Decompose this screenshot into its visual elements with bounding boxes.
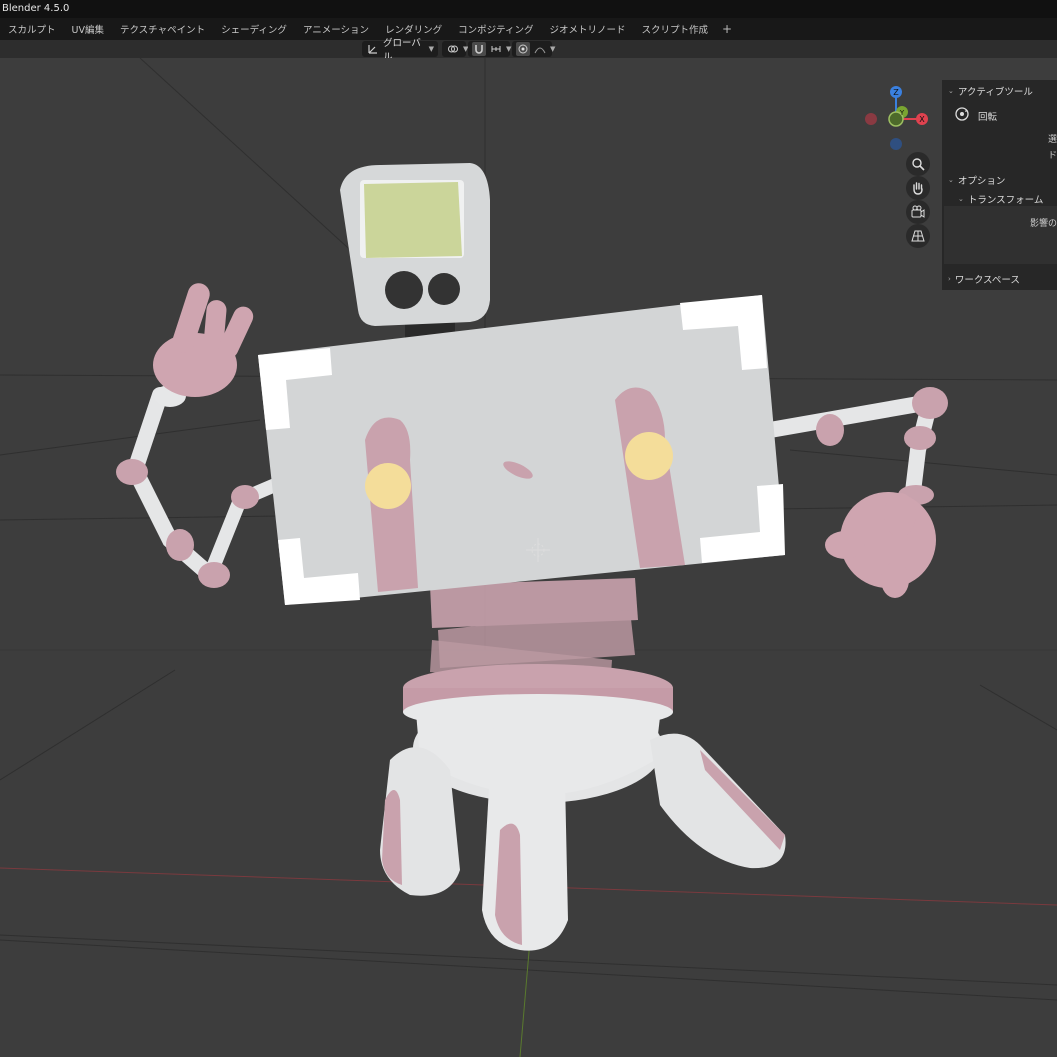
active-tool-header[interactable]: ⌄ アクティブツール [948, 84, 1033, 98]
clipped-label: 選 [1047, 135, 1057, 145]
pivot-point-dropdown[interactable]: ▼ [442, 41, 468, 57]
tab-uv-editing[interactable]: UV編集 [64, 22, 112, 36]
gizmo-y-label: Y [899, 109, 905, 117]
active-tool-item[interactable]: 回転 [954, 106, 997, 125]
left-hand [153, 283, 254, 397]
chevron-down-icon: ⌄ [958, 195, 964, 203]
chevron-down-icon[interactable]: ▼ [550, 45, 555, 53]
options-title: オプション [957, 176, 1006, 187]
active-tool-name: 回転 [978, 111, 998, 123]
tab-animation[interactable]: アニメーション [295, 22, 377, 36]
robot-body-panel [258, 295, 785, 605]
chevron-down-icon: ⌄ [948, 176, 954, 184]
tab-rendering[interactable]: レンダリング [377, 22, 450, 36]
clipped-label: ド [1047, 151, 1057, 161]
options-header[interactable]: ⌄ オプション [948, 173, 1005, 187]
left-arm [116, 385, 282, 588]
y-axis-line [519, 939, 531, 1057]
proportional-edit-icon[interactable] [516, 42, 530, 56]
workspace-title: ワークスペース [954, 275, 1020, 286]
zoom-icon[interactable] [906, 152, 930, 176]
tab-texture-paint[interactable]: テクスチャペイント [112, 22, 213, 36]
add-workspace-button[interactable]: + [716, 22, 738, 36]
camera-icon[interactable] [906, 200, 930, 224]
pan-hand-icon[interactable] [906, 176, 930, 200]
orientation-axes-icon [366, 42, 380, 56]
3d-viewport[interactable]: Z X Y [0, 58, 1057, 1057]
transform-title: トランスフォーム [967, 195, 1044, 206]
navigation-gizmo[interactable]: Z X Y [858, 84, 938, 154]
gizmo-x-label: X [919, 115, 925, 124]
title-bar: Blender 4.5.0 [0, 0, 1057, 18]
snap-magnet-icon[interactable] [472, 42, 486, 56]
chevron-down-icon: ⌄ [948, 87, 954, 95]
chevron-right-icon: › [948, 275, 951, 283]
tab-geometry-nodes[interactable]: ジオメトリノード [542, 22, 634, 36]
snap-increment-icon[interactable] [489, 42, 503, 56]
active-tool-title: アクティブツール [957, 87, 1033, 98]
chevron-down-icon: ▼ [428, 45, 434, 53]
snap-group: ▼ [468, 41, 511, 57]
ortho-grid-icon[interactable] [906, 224, 930, 248]
clipped-label: 影響の [1029, 219, 1057, 229]
right-arm [762, 387, 948, 508]
falloff-curve-icon[interactable] [533, 42, 547, 56]
proportional-edit-group: ▼ [512, 41, 555, 57]
workspace-tab-bar: スカルプト UV編集 テクスチャペイント シェーディング アニメーション レンダ… [0, 18, 1057, 40]
tab-shading[interactable]: シェーディング [213, 22, 295, 36]
gizmo-z-label: Z [893, 88, 899, 97]
chevron-down-icon[interactable]: ▼ [506, 45, 511, 53]
transform-options-box: 影響の [944, 206, 1057, 264]
workspace-header[interactable]: › ワークスペース [948, 272, 1020, 286]
tab-compositing[interactable]: コンポジティング [450, 22, 541, 36]
robot-head [340, 163, 490, 326]
robot-scene [0, 58, 1057, 1057]
sidebar-panel: ⌄ アクティブツール 回転 選 ド ⌄ オプション ⌄ トランスフォーム 影響の… [942, 80, 1057, 290]
app-title: Blender 4.5.0 [2, 3, 70, 14]
rotate-icon [954, 106, 970, 125]
pivot-icon [446, 42, 460, 56]
tab-scripting[interactable]: スクリプト作成 [634, 22, 717, 36]
viewport-header: グローバル ▼ ▼ ▼ ▼ [0, 38, 1057, 63]
transform-subheader[interactable]: ⌄ トランスフォーム [958, 192, 1043, 206]
transform-orientation-dropdown[interactable]: グローバル ▼ [362, 38, 438, 63]
tab-sculpt[interactable]: スカルプト [0, 22, 64, 36]
